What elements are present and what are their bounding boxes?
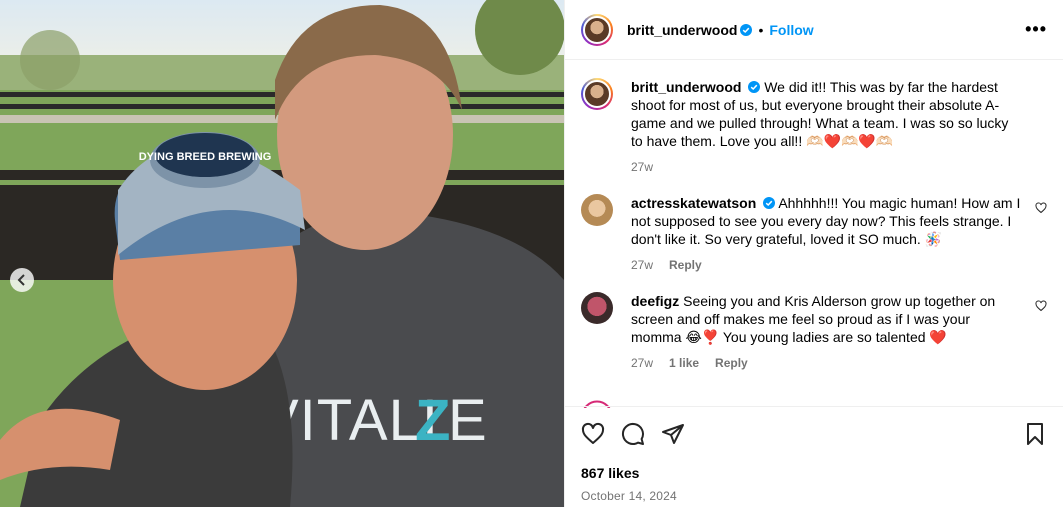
verified-badge-icon (740, 23, 753, 36)
more-options-icon[interactable]: ••• (1025, 19, 1047, 40)
follow-button[interactable]: Follow (769, 22, 813, 38)
post-photo[interactable]: VITALI Z E DYING BREED BREWING (0, 0, 564, 507)
photo-illustration: VITALI Z E DYING BREED BREWING (0, 0, 564, 507)
carousel-previous-button[interactable] (10, 268, 34, 292)
comment-bubble-icon[interactable] (621, 422, 645, 446)
like-heart-icon[interactable] (581, 422, 605, 446)
comment-item: deefigz Seeing you and Kris Alderson gro… (581, 292, 1047, 372)
reply-button[interactable]: Reply (715, 354, 748, 372)
verified-badge-icon (748, 81, 761, 93)
comment-item: actresskatewatson Ahhhhh!!! You magic hu… (581, 194, 1047, 274)
like-comment-heart-icon[interactable] (1035, 202, 1047, 214)
comment-avatar[interactable] (581, 194, 613, 226)
comment-username[interactable]: deefigz (631, 293, 679, 309)
svg-text:E: E (448, 388, 487, 453)
save-bookmark-icon[interactable] (1023, 422, 1047, 446)
comment-time[interactable]: 27w (631, 158, 653, 176)
post-header: britt_underwood • Follow ••• (565, 0, 1063, 60)
reply-button[interactable]: Reply (669, 256, 702, 274)
comment-likes[interactable]: 1 like (669, 354, 699, 372)
post-details-panel: britt_underwood • Follow ••• britt_under… (564, 0, 1063, 507)
comment-avatar[interactable] (581, 78, 613, 110)
comment-text: Seeing you and Kris Alderson grow up tog… (631, 293, 996, 345)
comment-time[interactable]: 27w (631, 256, 653, 274)
likes-count[interactable]: 867 likes (581, 465, 1047, 481)
comment-time[interactable]: 27w (631, 354, 653, 372)
share-paper-plane-icon[interactable] (661, 422, 685, 446)
comment-username[interactable]: britt_underwood (631, 79, 741, 95)
svg-text:Z: Z (415, 388, 450, 453)
cap-text: DYING BREED BREWING (139, 151, 272, 163)
separator-dot: • (758, 21, 764, 38)
author-username[interactable]: britt_underwood (627, 22, 737, 38)
verified-badge-icon (763, 197, 776, 209)
author-avatar[interactable] (581, 13, 613, 46)
comment-avatar[interactable] (581, 292, 613, 324)
caption: britt_underwood We did it!! This was by … (581, 78, 1047, 176)
chevron-left-icon (17, 274, 25, 286)
post-actions: 867 likes October 14, 2024 (565, 406, 1063, 503)
like-comment-heart-icon[interactable] (1035, 300, 1047, 312)
comments-list[interactable]: britt_underwood We did it!! This was by … (565, 60, 1063, 406)
post-date[interactable]: October 14, 2024 (581, 489, 1047, 503)
comment-username[interactable]: actresskatewatson (631, 195, 756, 211)
